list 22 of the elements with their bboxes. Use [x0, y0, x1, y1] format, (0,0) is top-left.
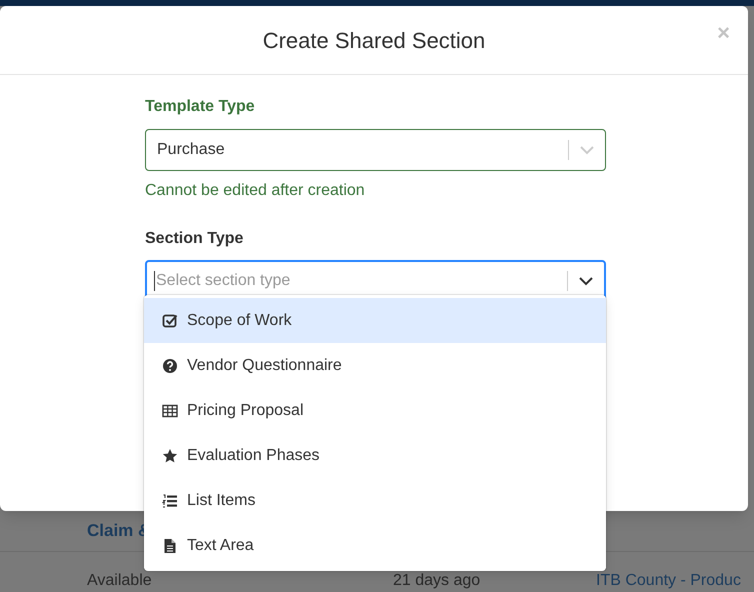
checkbox-icon [162, 312, 178, 328]
help-text: Cannot be edited after creation [145, 181, 366, 201]
table-cell-text: Available [87, 571, 152, 591]
menu-option[interactable]: Pricing Proposal [144, 388, 606, 433]
menu-option[interactable]: List Items [144, 478, 606, 523]
select-value: Purchase [156, 140, 226, 160]
menu-option[interactable]: Evaluation Phases [144, 433, 606, 478]
star-icon [162, 448, 178, 464]
table-icon [162, 402, 178, 418]
chevron-down-icon [580, 145, 594, 155]
menu-option[interactable]: Text Area [144, 523, 606, 568]
menu-option[interactable]: Scope of Work [144, 298, 606, 343]
document-icon [162, 538, 178, 554]
numbered-list-icon [162, 492, 178, 508]
question-circle-icon [162, 358, 178, 374]
template-type-select[interactable]: Purchase [145, 129, 606, 171]
menu-option[interactable]: Vendor Questionnaire [144, 343, 606, 388]
field-label: Section Type [145, 229, 244, 249]
field-label: Template Type [145, 97, 256, 117]
dialog-title: Create Shared Section [262, 26, 486, 54]
chevron-down-icon [579, 276, 593, 286]
table-cell-text: 21 days ago [393, 571, 480, 591]
